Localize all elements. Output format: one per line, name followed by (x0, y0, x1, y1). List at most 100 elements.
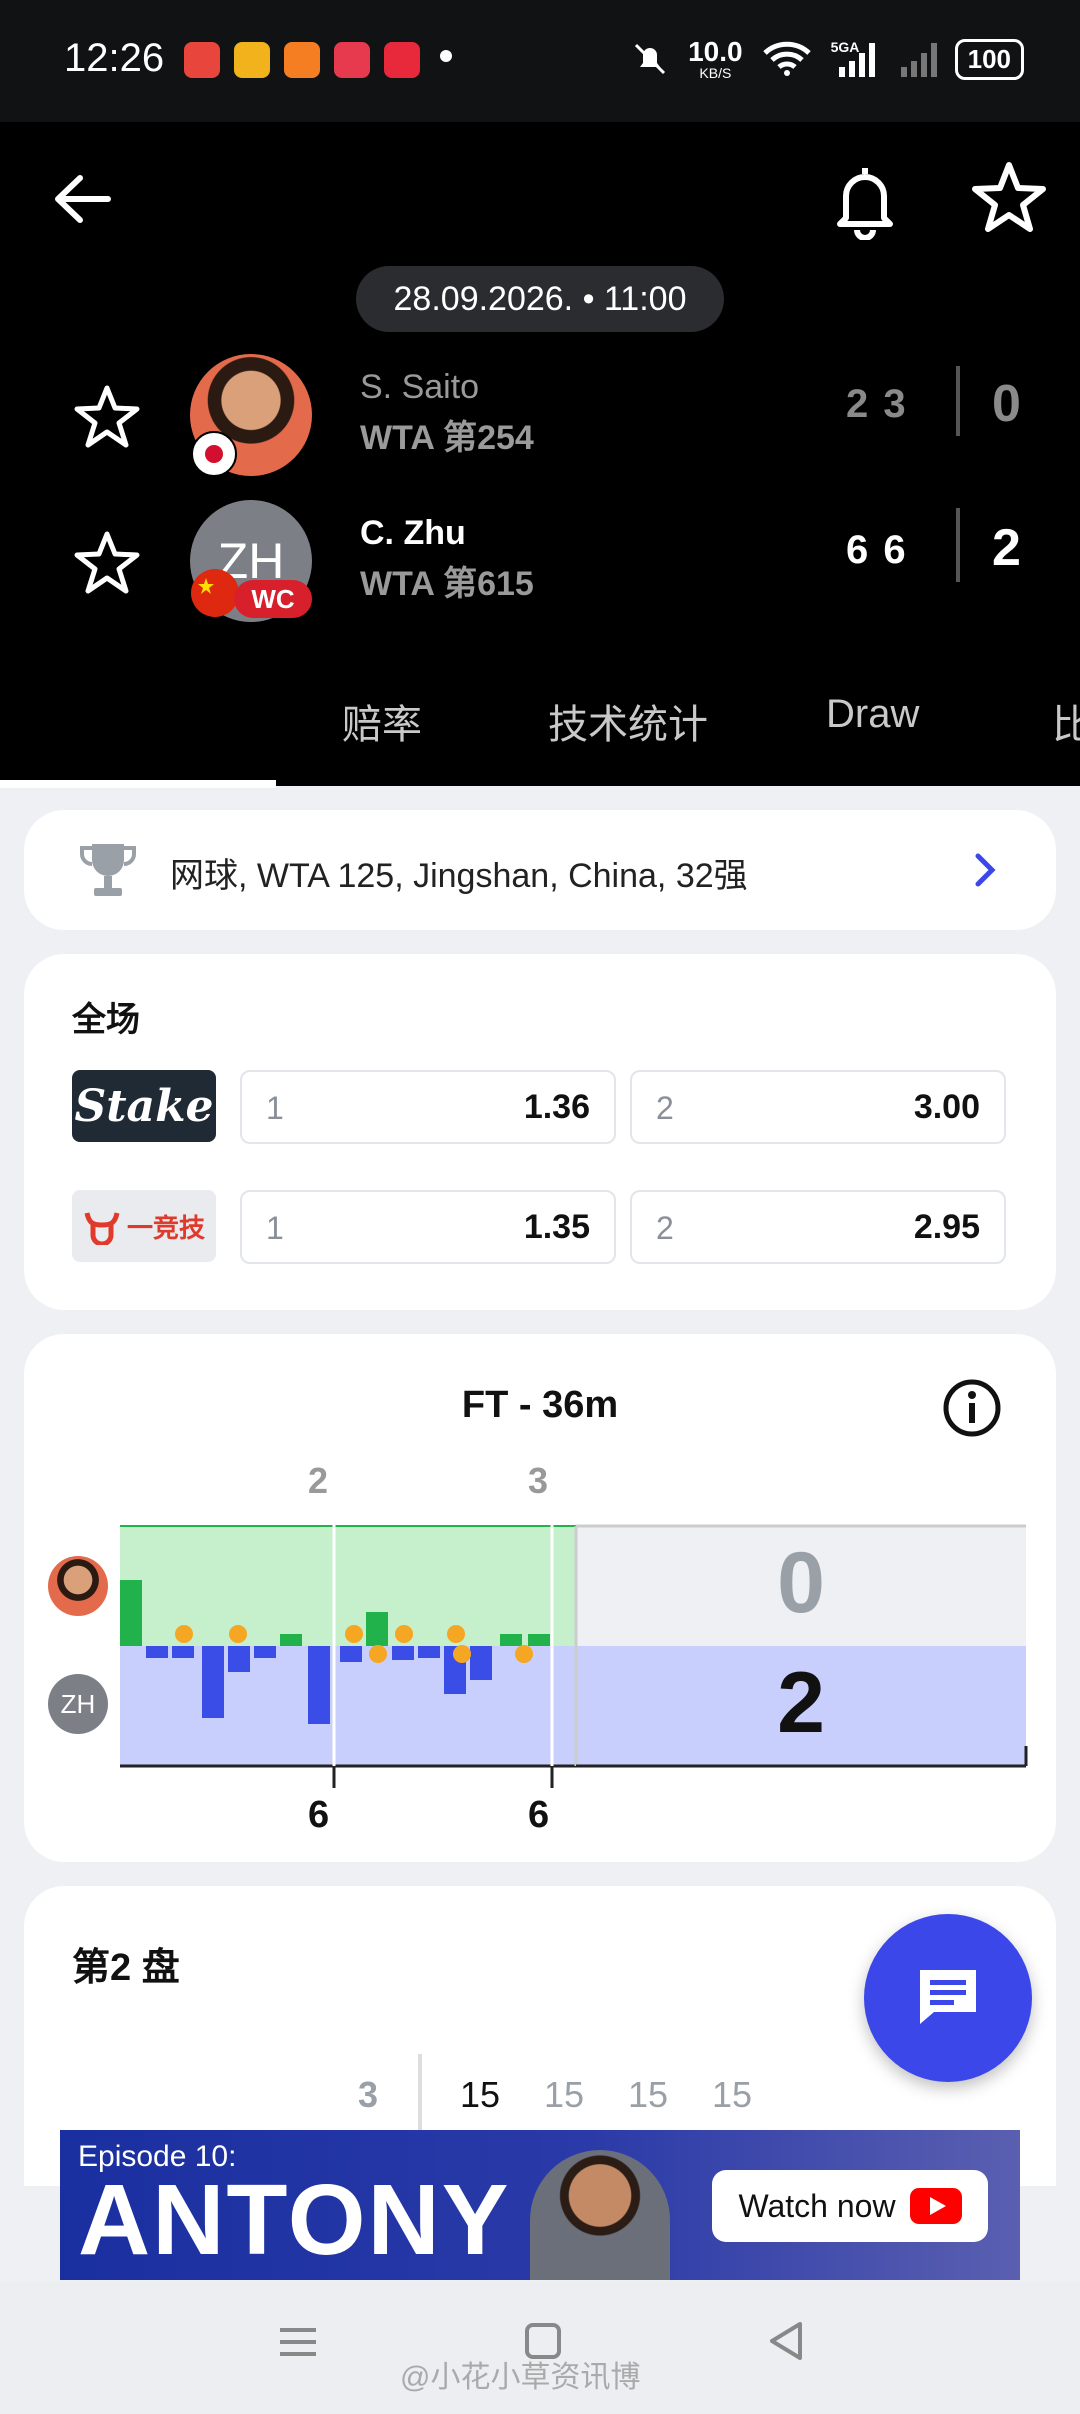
odds-home-button[interactable]: 1 1.35 (240, 1190, 616, 1264)
momentum-bar (202, 1646, 224, 1718)
outcome-label: 1 (266, 1090, 284, 1126)
player-name[interactable]: S. Saito (360, 368, 479, 407)
odds-value: 1.36 (523, 1088, 590, 1126)
momentum-bar (254, 1646, 276, 1658)
youtube-icon (909, 2188, 962, 2224)
momentum-bar (500, 1634, 522, 1646)
serve-marker (447, 1625, 465, 1643)
active-tab-indicator (0, 780, 276, 788)
odds-value: 1.35 (523, 1208, 590, 1246)
system-nav-bar: @小花小草资讯博 (0, 2282, 1080, 2414)
app-icon-3 (284, 42, 320, 78)
momentum-bar (366, 1612, 388, 1646)
odds-home-button[interactable]: 1 1.36 (240, 1070, 616, 1144)
point-score: 15 (460, 2074, 501, 2115)
column-divider (418, 2054, 422, 2134)
japan-flag-icon (191, 431, 237, 477)
chevron-right-icon (975, 853, 996, 887)
back-triangle-icon[interactable] (766, 2320, 808, 2362)
notification-dot (440, 50, 452, 62)
tab-bar: 赔率 技术统计 Draw 比 (0, 648, 1080, 786)
score-divider (956, 508, 960, 582)
set-scores: 6 6 (846, 528, 908, 572)
battery-indicator: 100 (954, 38, 1024, 80)
serve-marker (175, 1625, 193, 1643)
sets-score-away: 2 (777, 1655, 825, 1751)
player-row-away: ZH WC C. Zhu WTA 第615 6 6 2 (0, 500, 1080, 640)
player-name[interactable]: C. Zhu (360, 514, 466, 553)
momentum-bar (146, 1646, 168, 1658)
outcome-label: 2 (656, 1210, 674, 1246)
odds-value: 2.95 (913, 1208, 980, 1246)
favorite-player-star-icon[interactable] (74, 384, 140, 450)
serve-marker (369, 1645, 387, 1663)
mute-bell-icon (635, 43, 666, 75)
momentum-bar (228, 1646, 250, 1672)
favorite-player-star-icon[interactable] (74, 530, 140, 596)
signal-icon: 5GA (831, 39, 879, 79)
china-flag-icon (191, 569, 239, 617)
menu-icon[interactable] (278, 2322, 318, 2362)
ad-watch-now-button[interactable]: Watch now (712, 2170, 988, 2242)
odds-value: 3.00 (913, 1088, 980, 1126)
store-app-icon (384, 42, 420, 78)
net-speed-value: 10.0 (688, 36, 743, 67)
net-speed: 10.0 KB/S (688, 36, 743, 81)
match-momentum-card: FT - 36m ZH 2 3 6 6 0 2 (24, 1334, 1056, 1862)
point-score: 15 (712, 2074, 753, 2115)
sets-won: 0 (992, 375, 1021, 433)
match-date-time: 28.09.2026. • 11:00 (356, 266, 724, 332)
chat-fab-button[interactable] (864, 1914, 1032, 2082)
serve-marker (229, 1625, 247, 1643)
weibo-icon (234, 42, 270, 78)
app-icon-1 (184, 42, 220, 78)
sets-score-home: 0 (777, 1535, 825, 1631)
outcome-label: 2 (656, 1090, 674, 1126)
signal-2-icon (900, 43, 937, 77)
momentum-bar (528, 1634, 550, 1646)
bell-icon[interactable] (830, 160, 900, 240)
odds-away-button[interactable]: 2 3.00 (630, 1070, 1006, 1144)
bookmaker-logo-stake[interactable]: Stake (72, 1070, 216, 1142)
tab-more[interactable]: 比 (1052, 692, 1080, 750)
bookmaker-logo-yijingji[interactable]: 一竞技 (72, 1190, 216, 1262)
wifi-icon (762, 41, 811, 76)
odds-away-button[interactable]: 2 2.95 (630, 1190, 1006, 1264)
tab-odds[interactable]: 赔率 (342, 692, 422, 750)
game-count: 3 (358, 2074, 379, 2115)
tab-stats[interactable]: 技术统计 (548, 692, 708, 750)
point-score: 15 (544, 2074, 585, 2115)
player-rank: WTA 第615 (360, 565, 534, 603)
ad-banner[interactable]: Episode 10: ANTONY Watch now (60, 2130, 1020, 2280)
player-row-home: S. Saito WTA 第254 2 3 0 (0, 354, 1080, 494)
outcome-label: 1 (266, 1210, 284, 1246)
point-score: 15 (628, 2074, 669, 2115)
status-bar: 12:26 10.0 KB/S 5GA 100 (0, 0, 1080, 122)
player-rank: WTA 第254 (360, 419, 534, 457)
video-app-icon (334, 42, 370, 78)
momentum-bar (120, 1580, 142, 1646)
momentum-bar (172, 1646, 194, 1658)
status-right: 10.0 KB/S 5GA 100 (630, 38, 1024, 80)
clock: 12:26 (64, 36, 165, 80)
tournament-breadcrumb[interactable]: 网球, WTA 125, Jingshan, China, 32强 (24, 810, 1056, 930)
breadcrumb-text: 网球, WTA 125, Jingshan, China, 32强 (170, 857, 748, 895)
serve-marker (395, 1625, 413, 1643)
tab-draw[interactable]: Draw (826, 692, 919, 737)
sets-won: 2 (992, 519, 1021, 577)
odds-section-title: 全场 (72, 1001, 140, 1039)
favorite-match-star-icon[interactable] (972, 160, 1046, 234)
momentum-bar (470, 1646, 492, 1680)
back-arrow-icon[interactable] (48, 164, 118, 234)
momentum-bar (280, 1634, 302, 1646)
set-title: 第2 盘 (72, 1947, 180, 1989)
set-scores: 2 3 (846, 382, 908, 426)
bookmaker-name: 一竞技 (126, 1212, 205, 1243)
score-divider (956, 366, 960, 436)
watermark: @小花小草资讯博 (400, 2361, 641, 2394)
ad-cta-label: Watch now (738, 2187, 896, 2224)
serve-marker (345, 1625, 363, 1643)
momentum-bar (418, 1646, 440, 1658)
ad-person-image (530, 2150, 670, 2280)
net-speed-unit: KB/S (699, 65, 732, 81)
